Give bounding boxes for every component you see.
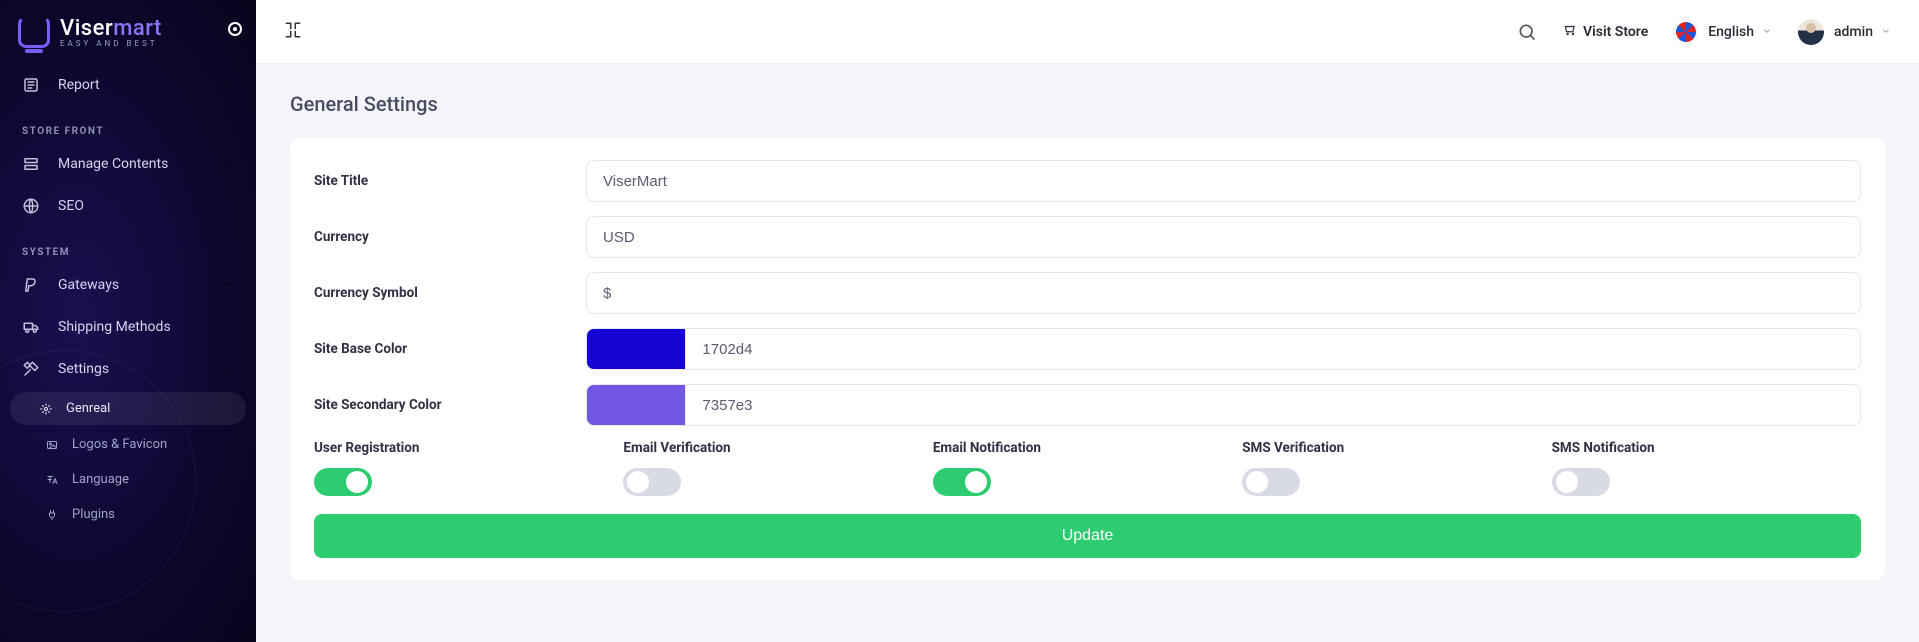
- toggle-label: SMS Verification: [1242, 440, 1551, 456]
- toggle-row: User Registration Email Verification Ema…: [314, 440, 1861, 496]
- user-registration-toggle[interactable]: [314, 468, 372, 496]
- toggle-label: Email Notification: [933, 440, 1242, 456]
- row-secondary-color: Site Secondary Color: [314, 384, 1861, 426]
- sidebar-item-label: Gateways: [58, 277, 224, 293]
- chevron-down-icon: [224, 156, 234, 172]
- sidebar-item-label: Manage Contents: [58, 156, 224, 172]
- chevron-down-icon: [1762, 24, 1772, 40]
- uk-flag-icon: [1674, 20, 1698, 44]
- chevron-down-icon: [1881, 24, 1891, 40]
- report-icon: [22, 76, 40, 94]
- language-switcher[interactable]: English: [1674, 20, 1772, 44]
- toggle-col-email-notification: Email Notification: [933, 440, 1242, 496]
- row-currency: Currency: [314, 216, 1861, 258]
- sidebar-sub-plugins[interactable]: Plugins: [0, 497, 256, 532]
- row-base-color: Site Base Color: [314, 328, 1861, 370]
- site-title-input[interactable]: [586, 160, 1861, 202]
- settings-card: Site Title Currency Currency Symbol Site…: [290, 138, 1885, 580]
- sidebar-item-settings[interactable]: Settings: [0, 348, 256, 390]
- secondary-color-swatch[interactable]: [586, 384, 685, 426]
- toggle-col-user-registration: User Registration: [314, 440, 623, 496]
- email-notification-toggle[interactable]: [933, 468, 991, 496]
- main-content: General Settings Site Title Currency Cur…: [256, 64, 1919, 642]
- toggle-label: Email Verification: [623, 440, 932, 456]
- sidebar-item-seo[interactable]: SEO: [0, 185, 256, 227]
- sidebar-item-manage-contents[interactable]: Manage Contents: [0, 143, 256, 185]
- gear-icon: [40, 403, 52, 415]
- brand-word1: Viser: [60, 16, 113, 41]
- search-button[interactable]: [1517, 22, 1537, 42]
- row-currency-symbol: Currency Symbol: [314, 272, 1861, 314]
- brand-word2: mart: [113, 16, 162, 41]
- sidebar-item-label: Settings: [58, 361, 224, 377]
- toggle-col-email-verification: Email Verification: [623, 440, 932, 496]
- visit-store-label: Visit Store: [1583, 24, 1648, 40]
- paypal-icon: [22, 276, 40, 294]
- currency-label: Currency: [314, 229, 586, 245]
- top-header: Visit Store English admin: [256, 0, 1919, 64]
- currency-symbol-input[interactable]: [586, 272, 1861, 314]
- sidebar-item-label: Language: [72, 472, 129, 487]
- chevron-down-icon: [224, 77, 234, 93]
- base-color-label: Site Base Color: [314, 341, 586, 357]
- base-color-input[interactable]: [685, 328, 1861, 370]
- site-title-label: Site Title: [314, 173, 586, 189]
- contents-icon: [22, 155, 40, 173]
- sidebar-item-label: SEO: [58, 198, 234, 214]
- language-icon: [46, 474, 58, 486]
- sidebar-item-label: Logos & Favicon: [72, 437, 167, 452]
- collapse-sidebar-button[interactable]: [284, 21, 302, 43]
- avatar-icon: [1798, 19, 1824, 45]
- globe-icon: [22, 197, 40, 215]
- row-site-title: Site Title: [314, 160, 1861, 202]
- sms-verification-toggle[interactable]: [1242, 468, 1300, 496]
- toggle-col-sms-notification: SMS Notification: [1552, 440, 1861, 496]
- sidebar-section-storefront: STORE FRONT: [0, 106, 256, 143]
- brand-tagline: Easy and Best: [60, 39, 162, 48]
- sidebar-item-label: Plugins: [72, 507, 115, 522]
- user-menu[interactable]: admin: [1798, 19, 1891, 45]
- sidebar: Visermart Easy and Best Report STORE FRO…: [0, 0, 256, 642]
- sidebar-sub-language[interactable]: Language: [0, 462, 256, 497]
- brand-text: Visermart Easy and Best: [60, 16, 162, 48]
- user-label: admin: [1834, 24, 1873, 40]
- base-color-swatch[interactable]: [586, 328, 685, 370]
- secondary-color-input[interactable]: [685, 384, 1861, 426]
- toggle-col-sms-verification: SMS Verification: [1242, 440, 1551, 496]
- visit-store-link[interactable]: Visit Store: [1563, 23, 1648, 41]
- language-label: English: [1708, 24, 1754, 40]
- cart-icon: [1563, 23, 1583, 41]
- sidebar-item-label: Genreal: [66, 401, 110, 416]
- chevron-down-icon: [224, 277, 234, 293]
- sidebar-sub-logos[interactable]: Logos & Favicon: [0, 427, 256, 462]
- sidebar-section-system: SYSTEM: [0, 227, 256, 264]
- toggle-label: User Registration: [314, 440, 623, 456]
- plug-icon: [46, 509, 58, 521]
- sidebar-sub-general[interactable]: Genreal: [10, 392, 246, 425]
- sidebar-item-label: Report: [58, 77, 224, 93]
- truck-icon: [22, 318, 40, 336]
- sidebar-nav: Report STORE FRONT Manage Contents SEO S…: [0, 58, 256, 538]
- image-icon: [46, 439, 58, 451]
- currency-input[interactable]: [586, 216, 1861, 258]
- brand-toggle-icon[interactable]: [228, 22, 242, 36]
- chevron-up-icon: [224, 361, 234, 377]
- sidebar-item-shipping[interactable]: Shipping Methods: [0, 306, 256, 348]
- sidebar-item-report[interactable]: Report: [0, 64, 256, 106]
- secondary-color-label: Site Secondary Color: [314, 397, 586, 413]
- update-button[interactable]: Update: [314, 514, 1861, 558]
- currency-symbol-label: Currency Symbol: [314, 285, 586, 301]
- brand-logo-icon: [18, 16, 50, 48]
- page-title: General Settings: [290, 92, 1885, 116]
- sms-notification-toggle[interactable]: [1552, 468, 1610, 496]
- email-verification-toggle[interactable]: [623, 468, 681, 496]
- sidebar-item-gateways[interactable]: Gateways: [0, 264, 256, 306]
- toggle-label: SMS Notification: [1552, 440, 1861, 456]
- brand[interactable]: Visermart Easy and Best: [0, 0, 256, 58]
- sidebar-item-label: Shipping Methods: [58, 319, 234, 335]
- tools-icon: [22, 360, 40, 378]
